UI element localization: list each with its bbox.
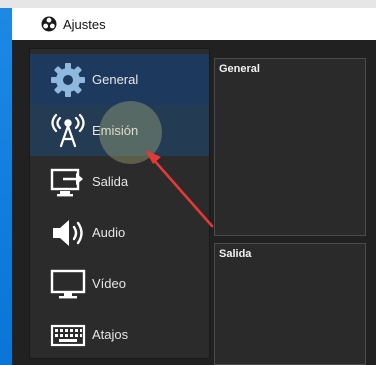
monitor-icon (46, 264, 90, 304)
top-edge (0, 0, 376, 8)
sidebar-item-general[interactable]: General (30, 54, 209, 105)
sidebar-item-video[interactable]: Vídeo (30, 258, 209, 309)
sidebar-item-label: Audio (92, 225, 126, 240)
monitor-output-icon (46, 162, 90, 202)
obs-logo-icon (41, 16, 57, 32)
settings-sidebar: General Emisión Salida Audio Vídeo Atajo… (29, 48, 210, 359)
title-bar[interactable]: Ajustes (12, 8, 376, 40)
sidebar-item-audio[interactable]: Audio (30, 207, 209, 258)
salida-group: Salida (214, 243, 366, 365)
speaker-icon (46, 213, 90, 253)
gear-icon (46, 60, 90, 100)
sidebar-item-salida[interactable]: Salida (30, 156, 209, 207)
sidebar-item-label: Vídeo (92, 276, 126, 291)
general-group: General (214, 58, 366, 236)
group-title: General (219, 63, 260, 75)
broadcast-antenna-icon (46, 111, 90, 151)
keyboard-icon (46, 315, 90, 355)
sidebar-item-label: Salida (92, 174, 129, 189)
group-title: Salida (219, 248, 252, 260)
sidebar-item-label: Atajos (92, 327, 129, 342)
window-title: Ajustes (63, 16, 106, 32)
sidebar-item-atajos[interactable]: Atajos (30, 309, 209, 360)
settings-content: General Salida (214, 58, 366, 365)
screen: Ajustes General Emisión Salida Audio Víd… (0, 0, 376, 365)
sidebar-item-label: General (92, 72, 139, 87)
desktop-background (0, 8, 12, 365)
click-highlight (99, 101, 162, 164)
